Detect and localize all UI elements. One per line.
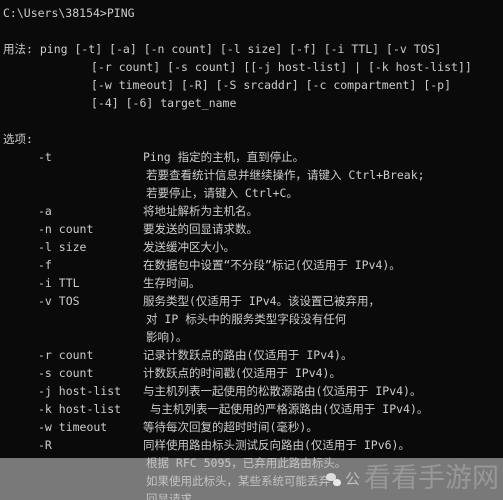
- option-row: -f 在数据包中设置“不分段”标记(仅适用于 IPv4)。: [3, 256, 503, 274]
- options-heading: 选项:: [3, 132, 33, 146]
- option-description: 与主机列表一起使用的松散源路由(仅适用于 IPv4)。: [143, 384, 422, 398]
- usage-line: 用法: ping [-t] [-a] [-n count] [-l size] …: [3, 42, 442, 56]
- option-description-continuation: 若要停止，请键入 Ctrl+C。: [146, 186, 298, 200]
- option-description: 记录计数跃点的路由(仅适用于 IPv4)。: [143, 348, 353, 362]
- option-flag: -t: [38, 150, 52, 164]
- option-description-continuation: 对 IP 标头中的服务类型字段没有任何: [146, 312, 347, 326]
- option-description: 在数据包中设置“不分段”标记(仅适用于 IPv4)。: [143, 258, 401, 272]
- option-row: -k host-list 与主机列表一起使用的严格源路由(仅适用于 IPv4)。: [3, 400, 503, 418]
- option-flag: -l size: [38, 240, 87, 254]
- usage-continuation-line: [-w timeout] [-R] [-S srcaddr] [-c compa…: [91, 78, 452, 92]
- option-flag: -a: [38, 204, 52, 218]
- command-prompt-window[interactable]: C:\Users\38154>PING 用法: ping [-t] [-a] […: [0, 0, 503, 500]
- option-row: -n count 要发送的回显请求数。: [3, 220, 503, 238]
- option-description: 发送缓冲区大小。: [143, 240, 235, 254]
- option-row: -t Ping 指定的主机，直到停止。: [3, 148, 503, 166]
- option-flag: -k host-list: [38, 402, 122, 416]
- option-description-continuation: 若要查看统计信息并继续操作，请键入 Ctrl+Break;: [146, 168, 425, 182]
- option-row: -i TTL 生存时间。: [3, 274, 503, 292]
- option-row: -v TOS 服务类型(仅适用于 IPv4。该设置已被弃用，: [3, 292, 503, 310]
- option-row: -r count 记录计数跃点的路由(仅适用于 IPv4)。: [3, 346, 503, 364]
- option-description: 要发送的回显请求数。: [143, 222, 258, 236]
- option-description: Ping 指定的主机，直到停止。: [143, 150, 305, 164]
- option-description-continuation: 回显请求。: [146, 492, 204, 500]
- option-description: 同样使用路由标头测试反向路由(仅适用于 IPv6)。: [143, 438, 410, 452]
- option-description: 等待每次回复的超时时间(毫秒)。: [143, 420, 318, 434]
- option-row: -a 将地址解析为主机名。: [3, 202, 503, 220]
- option-description-continuation: 影响)。: [146, 330, 188, 344]
- option-flag: -i TTL: [38, 276, 80, 290]
- option-description: 与主机列表一起使用的严格源路由(仅适用于 IPv4)。: [143, 402, 429, 416]
- option-description-continuation: 根据 RFC 5095，已弃用此路由标头。: [146, 456, 347, 470]
- option-flag: -f: [38, 258, 52, 272]
- usage-continuation-line: [-4] [-6] target_name: [91, 96, 237, 110]
- option-row: -j host-list 与主机列表一起使用的松散源路由(仅适用于 IPv4)。: [3, 382, 503, 400]
- option-flag: -r count: [38, 348, 94, 362]
- option-description: 生存时间。: [143, 276, 201, 290]
- console-output: C:\Users\38154>PING 用法: ping [-t] [-a] […: [0, 0, 503, 500]
- option-row: -s count 计数跃点的时间戳(仅适用于 IPv4)。: [3, 364, 503, 382]
- option-flag: -R: [38, 438, 52, 452]
- option-row: -R 同样使用路由标头测试反向路由(仅适用于 IPv6)。: [3, 436, 503, 454]
- option-description: 将地址解析为主机名。: [143, 204, 258, 218]
- option-flag: -n count: [38, 222, 94, 236]
- option-description: 计数跃点的时间戳(仅适用于 IPv4)。: [143, 366, 341, 380]
- option-flag: -v TOS: [38, 294, 80, 308]
- option-description: 服务类型(仅适用于 IPv4。该设置已被弃用，: [143, 294, 381, 308]
- prompt-line: C:\Users\38154>PING: [3, 6, 135, 20]
- option-description-continuation: 如果使用此标头，某些系统可能丢弃: [146, 474, 330, 488]
- option-flag: -s count: [38, 366, 94, 380]
- option-row: -l size 发送缓冲区大小。: [3, 238, 503, 256]
- usage-continuation-line: [-r count] [-s count] [[-j host-list] | …: [91, 60, 472, 74]
- option-flag: -w timeout: [38, 420, 108, 434]
- option-flag: -j host-list: [38, 384, 122, 398]
- option-row: -w timeout 等待每次回复的超时时间(毫秒)。: [3, 418, 503, 436]
